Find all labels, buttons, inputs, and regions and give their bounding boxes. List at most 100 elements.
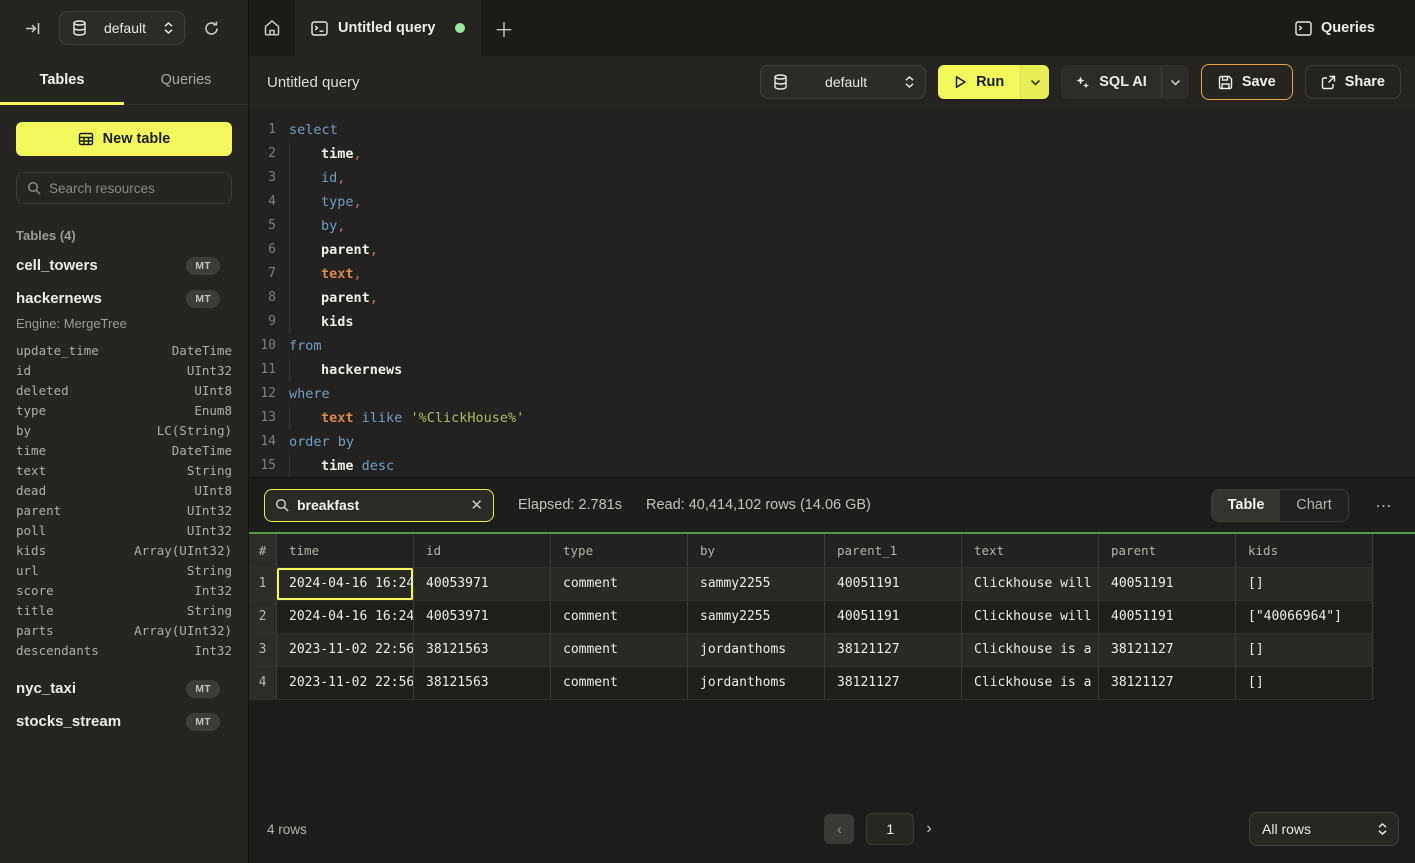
elapsed-stat: Elapsed: 2.781s	[518, 497, 622, 513]
table-cell[interactable]: 40051191	[825, 568, 962, 601]
queries-button[interactable]: Queries	[1283, 0, 1415, 56]
tab-untitled-query[interactable]: Untitled query	[295, 0, 481, 56]
table-cell[interactable]: []	[1236, 667, 1373, 700]
column-name: by	[16, 423, 31, 438]
column-type: UInt32	[187, 523, 232, 538]
sidebar-tab-queries[interactable]: Queries	[124, 56, 248, 104]
code-text: text ilike '%ClickHouse%'	[289, 406, 524, 430]
view-toggle-chart[interactable]: Chart	[1280, 490, 1348, 521]
tables-section-label: Tables (4)	[16, 228, 232, 243]
toolbar-database-select[interactable]: default	[760, 65, 926, 99]
sidebar-table-list: cell_towersMThackernewsMTEngine: MergeTr…	[0, 249, 248, 863]
table-cell[interactable]: comment	[551, 667, 688, 700]
column-type: Array(UInt32)	[134, 623, 232, 638]
refresh-button[interactable]	[199, 16, 224, 41]
sidebar-table-item[interactable]: hackernewsMT	[16, 282, 232, 315]
table-cell[interactable]: 38121127	[1099, 634, 1236, 667]
chevron-updown-icon	[904, 75, 915, 89]
indent-guide	[289, 454, 321, 478]
sidebar-tab-tables[interactable]: Tables	[0, 56, 124, 104]
table-name: hackernews	[16, 290, 102, 307]
table-column-row: descendantsInt32	[16, 640, 232, 660]
code-token: id	[321, 166, 337, 190]
sql-editor[interactable]: 1select2time,3id,4type,5by,6parent,7text…	[249, 108, 1415, 478]
next-page-button[interactable]: ›	[926, 820, 931, 838]
table-cell[interactable]: jordanthoms	[688, 667, 825, 700]
column-header[interactable]: text	[962, 534, 1099, 568]
column-header[interactable]: time	[277, 534, 414, 568]
table-cell[interactable]: comment	[551, 634, 688, 667]
table-cell[interactable]: 40051191	[1099, 601, 1236, 634]
table-cell[interactable]: jordanthoms	[688, 634, 825, 667]
new-tab-button[interactable]: ＋	[481, 0, 527, 56]
table-cell[interactable]: 40053971	[414, 568, 551, 601]
editor-line: 10from	[249, 334, 1415, 358]
column-header[interactable]: parent	[1099, 534, 1236, 568]
home-button[interactable]	[249, 0, 295, 56]
line-number: 8	[249, 286, 276, 310]
collapse-sidebar-button[interactable]	[20, 16, 45, 41]
table-cell[interactable]: Clickhouse will …	[962, 568, 1099, 601]
tab-queries-label: Queries	[161, 72, 212, 88]
column-header[interactable]: #	[249, 534, 277, 568]
column-header[interactable]: by	[688, 534, 825, 568]
page-number-input[interactable]	[866, 813, 914, 845]
table-cell[interactable]: 38121563	[414, 634, 551, 667]
table-cell[interactable]: []	[1236, 634, 1373, 667]
column-type: Int32	[194, 583, 232, 598]
queries-button-label: Queries	[1321, 20, 1375, 36]
share-button[interactable]: Share	[1305, 65, 1401, 99]
table-cell[interactable]: comment	[551, 601, 688, 634]
prev-page-button[interactable]: ‹	[824, 814, 854, 844]
clear-search-button[interactable]: ✕	[470, 498, 483, 513]
table-cell[interactable]: Clickhouse will …	[962, 601, 1099, 634]
table-cell[interactable]: 38121563	[414, 667, 551, 700]
code-text: kids	[289, 310, 354, 334]
results-filter-input[interactable]	[297, 497, 462, 513]
search-resources-input[interactable]	[49, 181, 226, 196]
tab-tables-label: Tables	[40, 72, 85, 88]
column-name: parent	[16, 503, 61, 518]
run-options-button[interactable]	[1020, 65, 1049, 99]
table-cell[interactable]: comment	[551, 568, 688, 601]
table-cell[interactable]: 2023-11-02 22:56…	[277, 667, 414, 700]
table-cell[interactable]: ["40066964"]	[1236, 601, 1373, 634]
page-size-select[interactable]: All rows	[1249, 812, 1399, 846]
save-button[interactable]: Save	[1201, 64, 1293, 100]
table-cell[interactable]: 2024-04-16 16:24…	[277, 601, 414, 634]
column-header[interactable]: parent_1	[825, 534, 962, 568]
ellipsis-icon: …	[1375, 492, 1393, 511]
sidebar-table-item[interactable]: stocks_streamMT	[16, 705, 232, 738]
table-cell[interactable]: 40053971	[414, 601, 551, 634]
sql-ai-button[interactable]: SQL AI	[1061, 65, 1161, 99]
table-cell[interactable]: 38121127	[825, 634, 962, 667]
line-number: 15	[249, 454, 276, 478]
table-cell[interactable]: sammy2255	[688, 601, 825, 634]
column-name: type	[16, 403, 46, 418]
table-cell[interactable]: 40051191	[1099, 568, 1236, 601]
table-cell[interactable]: 40051191	[825, 601, 962, 634]
table-column-row: byLC(String)	[16, 420, 232, 440]
table-cell[interactable]: Clickhouse is a …	[962, 667, 1099, 700]
column-header[interactable]: type	[551, 534, 688, 568]
new-table-button[interactable]: New table	[16, 122, 232, 156]
table-cell[interactable]: sammy2255	[688, 568, 825, 601]
table-cell[interactable]: 38121127	[1099, 667, 1236, 700]
table-cell[interactable]: 2024-04-16 16:24…	[277, 568, 414, 601]
results-more-button[interactable]: …	[1373, 492, 1401, 518]
column-header[interactable]: id	[414, 534, 551, 568]
indent-guide	[289, 358, 321, 382]
column-header[interactable]: kids	[1236, 534, 1373, 568]
line-number: 11	[249, 358, 276, 382]
sidebar-table-item[interactable]: nyc_taxiMT	[16, 672, 232, 705]
run-button[interactable]: Run	[938, 65, 1020, 99]
table-cell[interactable]: Clickhouse is a …	[962, 634, 1099, 667]
table-cell[interactable]: 38121127	[825, 667, 962, 700]
sidebar-table-item[interactable]: cell_towersMT	[16, 249, 232, 282]
sql-ai-options-button[interactable]	[1161, 65, 1189, 99]
column-name: text	[16, 463, 46, 478]
view-toggle-table[interactable]: Table	[1212, 490, 1280, 521]
table-cell[interactable]: []	[1236, 568, 1373, 601]
database-select[interactable]: default	[59, 11, 185, 45]
table-cell[interactable]: 2023-11-02 22:56…	[277, 634, 414, 667]
